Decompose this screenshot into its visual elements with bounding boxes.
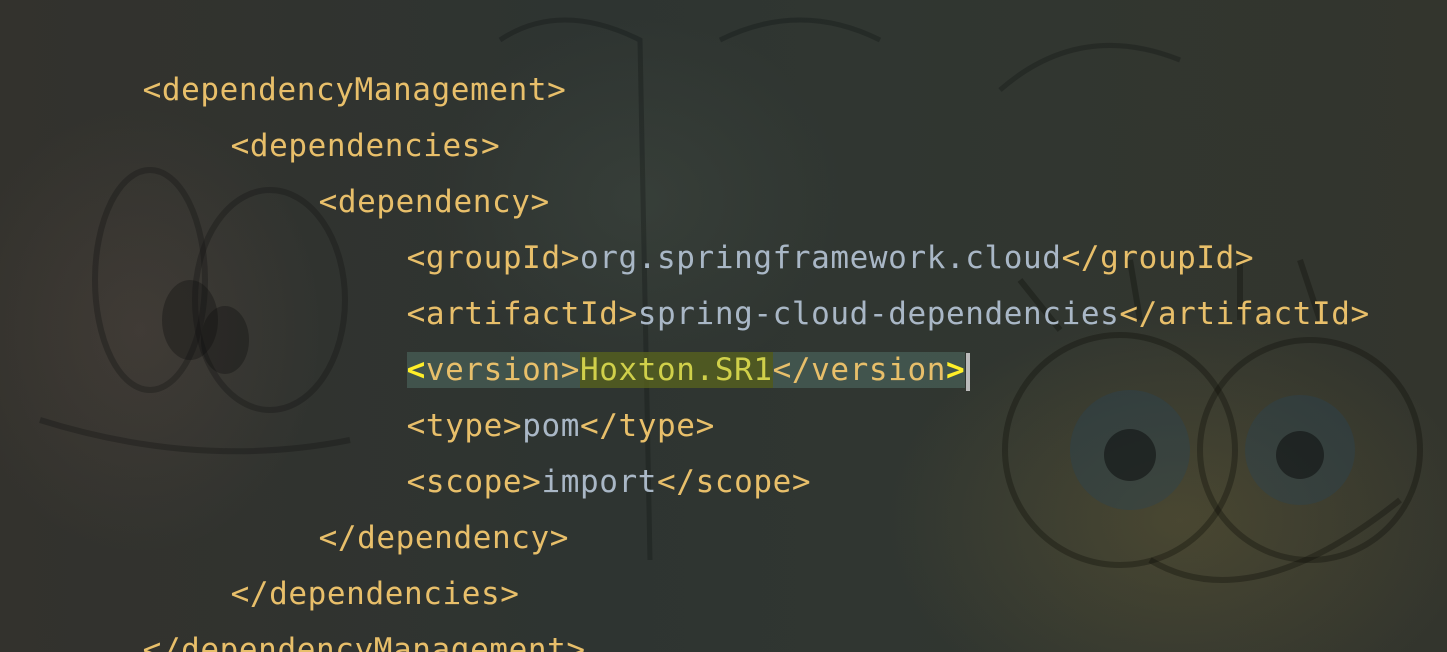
code-line-current[interactable]: <version>Hoxton.SR1</version> xyxy=(0,286,1370,391)
code-line[interactable]: <groupId>org.springframework.cloud</grou… xyxy=(0,174,1370,276)
code-editor[interactable]: <dependencyManagement> <dependencies> <d… xyxy=(0,0,1447,652)
code-line[interactable]: <dependency> xyxy=(0,118,1370,220)
code-line[interactable]: </dependency> xyxy=(0,454,1370,556)
code-line[interactable]: <scope>import</scope> xyxy=(0,398,1370,500)
code-line[interactable]: <artifactId>spring-cloud-dependencies</a… xyxy=(0,230,1370,332)
code-line[interactable]: <type>pom</type> xyxy=(0,342,1370,444)
xml-tag: </dependencyManagement> xyxy=(142,632,586,652)
code-line[interactable]: </dependencies> xyxy=(0,510,1370,612)
code-line[interactable]: <dependencyManagement> xyxy=(0,6,1370,108)
code-area[interactable]: <dependencyManagement> <dependencies> <d… xyxy=(0,6,1370,652)
code-line[interactable]: <dependencies> xyxy=(0,62,1370,164)
code-line[interactable]: </dependencyManagement> xyxy=(0,566,1370,652)
